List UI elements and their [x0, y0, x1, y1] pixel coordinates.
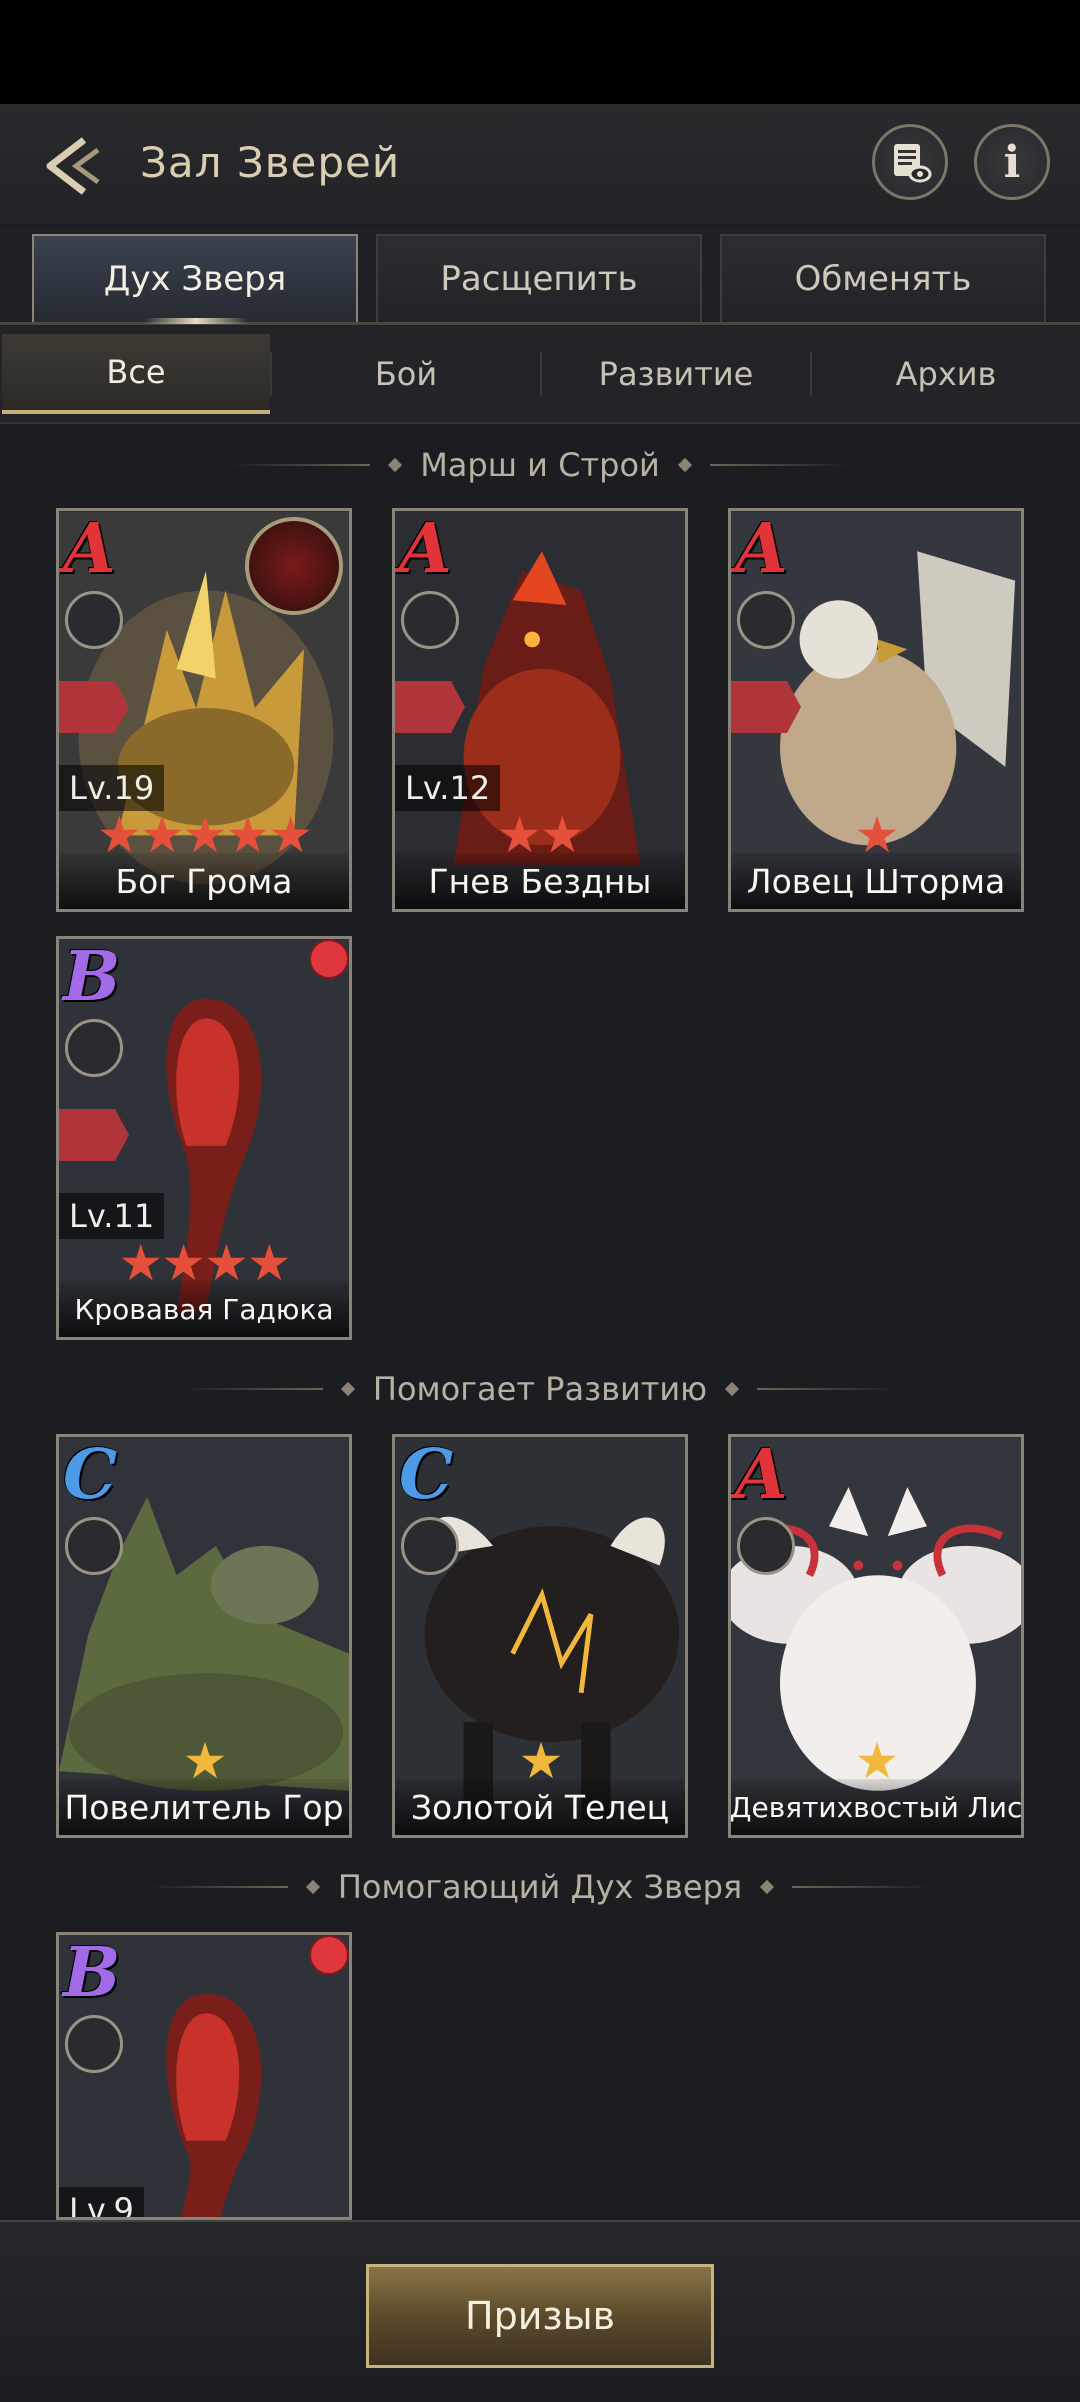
- level-label: Lv.12: [395, 765, 501, 811]
- page-title: Зал Зверей: [140, 138, 401, 187]
- sub-tabs: Все Бой Развитие Архив: [0, 326, 1080, 424]
- diamond-icon: [725, 1381, 740, 1397]
- status-bar: [0, 0, 1080, 104]
- records-button[interactable]: [872, 124, 948, 200]
- divider: [757, 1388, 898, 1390]
- grade-badge: A: [63, 509, 116, 589]
- info-icon: i: [1003, 136, 1021, 188]
- grade-badge: B: [63, 937, 121, 1017]
- crossed-swords-icon: [65, 591, 123, 649]
- crossed-swords-icon: [401, 591, 459, 649]
- section-header-development: Помогает Развитию: [0, 1364, 1080, 1414]
- crossed-swords-icon: [737, 591, 795, 649]
- card-name: Девятихвостый Лис: [731, 1779, 1021, 1835]
- tab-beast-spirit[interactable]: Дух Зверя: [32, 234, 358, 324]
- grade-badge: A: [735, 1435, 788, 1515]
- card-name: Повелитель Гор: [59, 1779, 349, 1835]
- notification-dot: [309, 939, 349, 979]
- divider: [230, 464, 371, 466]
- main-tabs: Дух Зверя Расщепить Обменять: [0, 226, 1080, 325]
- beast-card-blood-viper[interactable]: B Lv.11 ★★★★ Кровавая Гадюка: [56, 936, 352, 1340]
- subtab-archive[interactable]: Архив: [812, 334, 1080, 414]
- divider: [709, 464, 850, 466]
- back-button[interactable]: [36, 126, 116, 206]
- diamond-icon: [340, 1381, 355, 1397]
- grade-badge: C: [399, 1435, 454, 1515]
- tab-exchange[interactable]: Обменять: [720, 234, 1046, 322]
- header: Зал Зверей i: [0, 104, 1080, 224]
- grade-badge: C: [63, 1435, 118, 1515]
- back-arrow-icon: [46, 137, 100, 195]
- notification-dot: [309, 1935, 349, 1975]
- flag-tag-icon: [395, 681, 465, 733]
- card-name: Кровавая Гадюка: [59, 1281, 349, 1337]
- level-label: Lv.9: [59, 2187, 144, 2217]
- lotus-icon: [401, 1517, 459, 1575]
- subtab-development[interactable]: Развитие: [542, 334, 810, 414]
- flag-tag-icon: [59, 681, 129, 733]
- level-label: Lv.19: [59, 765, 165, 811]
- beast-card-golden-calf[interactable]: C ★ Золотой Телец: [392, 1434, 688, 1838]
- group-tag-icon: [59, 1109, 129, 1161]
- grade-badge: A: [735, 509, 788, 589]
- subtab-all[interactable]: Все: [2, 334, 270, 414]
- card-name: Золотой Телец: [395, 1779, 685, 1835]
- beast-card-storm-hunter[interactable]: A ★ Ловец Шторма: [728, 508, 1024, 912]
- section-title: Помогает Развитию: [372, 1370, 708, 1408]
- grade-badge: B: [63, 1933, 121, 2013]
- info-button[interactable]: i: [974, 124, 1050, 200]
- divider: [147, 1886, 288, 1888]
- beast-card-viper-assist[interactable]: B Lv.9: [56, 1932, 352, 2220]
- crossed-swords-icon: [65, 1019, 123, 1077]
- card-name: Ловец Шторма: [731, 853, 1021, 909]
- divider: [182, 1388, 323, 1390]
- diamond-icon: [677, 457, 692, 473]
- summon-button[interactable]: Призыв: [366, 2264, 714, 2368]
- section-title: Помогающий Дух Зверя: [337, 1868, 743, 1906]
- card-name: Гнев Бездны: [395, 853, 685, 909]
- card-name: Бог Грома: [59, 853, 349, 909]
- section-title: Марш и Строй: [420, 446, 660, 484]
- diamond-icon: [388, 457, 403, 473]
- beast-card-nine-tailed-fox[interactable]: A ★ Девятихвостый Лис: [728, 1434, 1024, 1838]
- portrait-ring: [245, 517, 343, 615]
- tab-split[interactable]: Расщепить: [376, 234, 702, 322]
- lotus-icon: [737, 1517, 795, 1575]
- group-tag-icon: [731, 681, 801, 733]
- level-label: Lv.11: [59, 1193, 165, 1239]
- section-header-assisting: Помогающий Дух Зверя: [0, 1862, 1080, 1912]
- lotus-icon: [65, 1517, 123, 1575]
- subtab-battle[interactable]: Бой: [272, 334, 540, 414]
- beast-card-abyss-wrath[interactable]: A Lv.12 ★★ Гнев Бездны: [392, 508, 688, 912]
- crossed-swords-icon: [65, 2015, 123, 2073]
- records-icon: [894, 144, 932, 183]
- section-header-march: Марш и Строй: [0, 440, 1080, 490]
- divider: [792, 1886, 933, 1888]
- diamond-icon: [760, 1879, 775, 1895]
- bottom-bar: Призыв: [0, 2220, 1080, 2402]
- beast-card-thunder-god[interactable]: A Lv.19 ★★★★★ Бог Грома: [56, 508, 352, 912]
- beast-card-mountain-lord[interactable]: C ★ Повелитель Гор: [56, 1434, 352, 1838]
- grade-badge: A: [399, 509, 452, 589]
- diamond-icon: [305, 1879, 320, 1895]
